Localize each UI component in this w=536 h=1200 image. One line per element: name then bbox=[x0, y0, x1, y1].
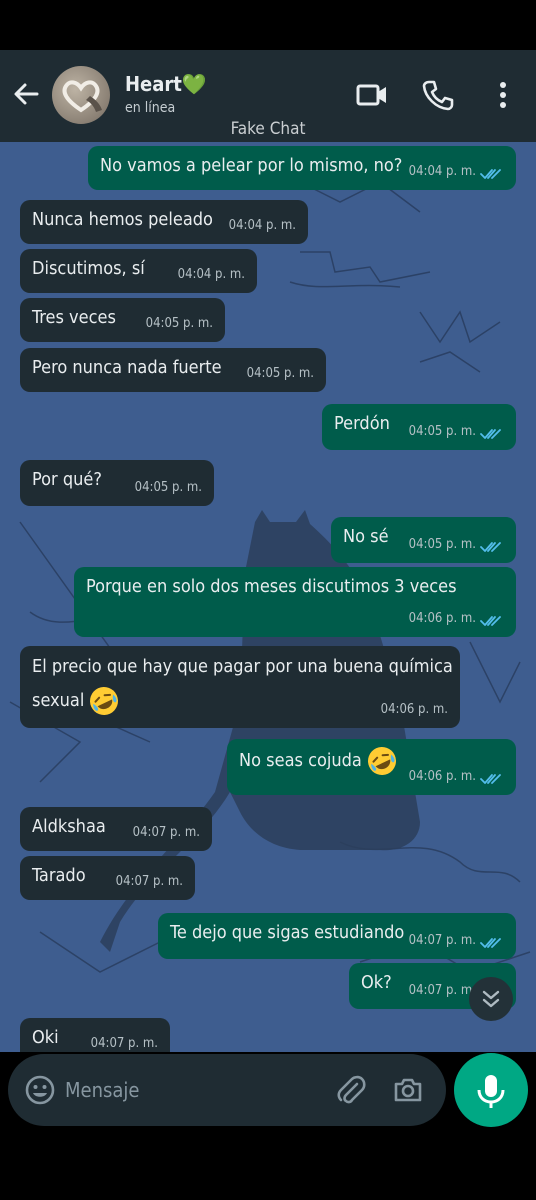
message-time: 04:05 p. m. bbox=[134, 480, 202, 495]
message-time: 04:07 p. m. bbox=[408, 933, 476, 948]
outgoing-message[interactable]: No vamos a pelear por lo mismo, no? 04:04… bbox=[88, 146, 516, 190]
camera-icon[interactable] bbox=[392, 1074, 424, 1106]
message-text: Pero nunca nada fuerte bbox=[32, 357, 222, 379]
message-text: Te dejo que sigas estudiando bbox=[170, 922, 404, 944]
read-receipt-icon bbox=[480, 542, 501, 552]
message-text-span: Tres veces bbox=[32, 307, 116, 328]
more-options-icon[interactable] bbox=[486, 78, 520, 112]
message-text: No sé bbox=[343, 526, 389, 548]
contact-status: en línea bbox=[125, 100, 176, 116]
message-time: 04:05 p. m. bbox=[246, 366, 314, 381]
back-arrow-icon[interactable] bbox=[10, 78, 42, 110]
read-receipt-icon bbox=[480, 429, 501, 439]
system-navigation-bar bbox=[0, 1135, 536, 1200]
message-text: Por qué? bbox=[32, 469, 102, 491]
message-text: Porque en solo dos meses discutimos 3 ve… bbox=[86, 576, 457, 598]
message-text-span: Perdón bbox=[334, 413, 390, 434]
voice-message-button[interactable] bbox=[454, 1053, 528, 1127]
message-time: 04:04 p. m. bbox=[408, 164, 476, 179]
whatsapp-chat-screen: Heart💚 en línea No vamos a pelear por lo… bbox=[0, 0, 536, 1200]
message-text: No vamos a pelear por lo mismo, no? bbox=[100, 155, 402, 177]
message-text: No seas cojuda bbox=[239, 745, 398, 777]
rolling-on-the-floor-laughing-emoji bbox=[367, 747, 396, 775]
rolling-on-the-floor-laughing-emoji bbox=[90, 687, 119, 715]
video-call-icon[interactable] bbox=[355, 78, 389, 112]
incoming-message[interactable]: Aldkshaa 04:07 p. m. bbox=[20, 807, 212, 851]
message-text-span: Nunca hemos peleado bbox=[32, 209, 213, 230]
message-input-bar[interactable]: Mensaje bbox=[8, 1054, 446, 1126]
chat-area[interactable]: Fake Chat No vamos a pelear por lo mismo… bbox=[0, 142, 536, 1052]
message-time: 04:05 p. m. bbox=[145, 316, 213, 331]
outgoing-message[interactable]: Porque en solo dos meses discutimos 3 ve… bbox=[74, 567, 516, 637]
message-text-span: Porque en solo dos meses discutimos 3 ve… bbox=[86, 576, 457, 597]
message-text-span: Te dejo que sigas estudiando bbox=[170, 922, 405, 943]
scroll-down-button[interactable] bbox=[469, 977, 513, 1021]
incoming-message[interactable]: Nunca hemos peleado 04:04 p. m. bbox=[20, 200, 308, 244]
incoming-message[interactable]: Tarado 04:07 p. m. bbox=[20, 856, 195, 900]
incoming-message[interactable]: Discutimos, sí 04:04 p. m. bbox=[20, 249, 257, 293]
message-time: 04:04 p. m. bbox=[177, 267, 245, 282]
incoming-message[interactable]: Oki 04:07 p. m. bbox=[20, 1018, 170, 1052]
message-text: Tarado bbox=[32, 865, 86, 887]
message-time: 04:07 p. m. bbox=[115, 874, 183, 889]
message-text-span: No vamos a pelear por lo mismo, no? bbox=[100, 155, 403, 176]
microphone-icon bbox=[477, 1075, 505, 1108]
contact-name[interactable]: Heart💚 bbox=[125, 72, 207, 96]
message-time: 04:07 p. m. bbox=[90, 1036, 158, 1051]
heart-sand-picture bbox=[62, 80, 102, 113]
message-text: Nunca hemos peleado bbox=[32, 209, 213, 231]
message-time: 04:07 p. m. bbox=[132, 825, 200, 840]
message-text-span: Oki bbox=[32, 1027, 59, 1048]
message-text: Ok? bbox=[361, 972, 392, 994]
message-text-line: El precio que hay que pagar por una buen… bbox=[32, 656, 453, 677]
message-text-span: Discutimos, sí bbox=[32, 258, 145, 279]
read-receipt-icon bbox=[480, 616, 501, 626]
message-time: 04:05 p. m. bbox=[408, 537, 476, 552]
outgoing-message[interactable]: Perdón 04:05 p. m. bbox=[322, 404, 516, 450]
outgoing-message[interactable]: Te dejo que sigas estudiando 04:07 p. m. bbox=[158, 913, 516, 959]
message-text-span: Pero nunca nada fuerte bbox=[32, 357, 222, 378]
incoming-message[interactable]: Tres veces 04:05 p. m. bbox=[20, 298, 225, 342]
message-text-span: sexual bbox=[32, 690, 85, 711]
message-time: 04:06 p. m. bbox=[408, 611, 476, 626]
message-text: Tres veces bbox=[32, 307, 116, 329]
outgoing-message[interactable]: No sé 04:05 p. m. bbox=[331, 517, 516, 563]
outgoing-message[interactable]: No seas cojuda 04:06 p. m. bbox=[227, 739, 516, 795]
message-text-span: Aldkshaa bbox=[32, 816, 106, 837]
read-receipt-icon bbox=[480, 774, 501, 784]
message-time: 04:04 p. m. bbox=[228, 218, 296, 233]
incoming-message[interactable]: Por qué? 04:05 p. m. bbox=[20, 460, 214, 506]
emoji-icon[interactable] bbox=[24, 1074, 56, 1106]
message-text: Discutimos, sí bbox=[32, 258, 145, 280]
message-text-span: Ok? bbox=[361, 972, 392, 993]
message-time: 04:06 p. m. bbox=[380, 702, 448, 717]
watermark-label: Fake Chat bbox=[230, 119, 306, 139]
incoming-message[interactable]: Pero nunca nada fuerte 04:05 p. m. bbox=[20, 348, 326, 392]
message-text-span: Tarado bbox=[32, 865, 86, 886]
message-text-span: Por qué? bbox=[32, 469, 102, 490]
read-receipt-icon bbox=[480, 169, 501, 179]
scroll-down-icon bbox=[482, 990, 500, 1008]
message-input-placeholder[interactable]: Mensaje bbox=[65, 1078, 139, 1102]
message-text: Aldkshaa bbox=[32, 816, 106, 838]
message-time: 04:05 p. m. bbox=[408, 424, 476, 439]
message-text: Oki bbox=[32, 1027, 59, 1049]
attach-icon[interactable] bbox=[335, 1074, 367, 1106]
message-time: 04:06 p. m. bbox=[408, 769, 476, 784]
read-receipt-icon bbox=[480, 938, 501, 948]
contact-avatar[interactable] bbox=[52, 66, 110, 124]
incoming-message[interactable]: El precio que hay que pagar por una buen… bbox=[20, 646, 460, 728]
message-text-span: No sé bbox=[343, 526, 389, 547]
phone-icon[interactable] bbox=[421, 78, 455, 112]
message-text-span: No seas cojuda bbox=[239, 750, 362, 771]
message-time: 04:07 p. m. bbox=[408, 983, 476, 998]
message-text: Perdón bbox=[334, 413, 390, 435]
